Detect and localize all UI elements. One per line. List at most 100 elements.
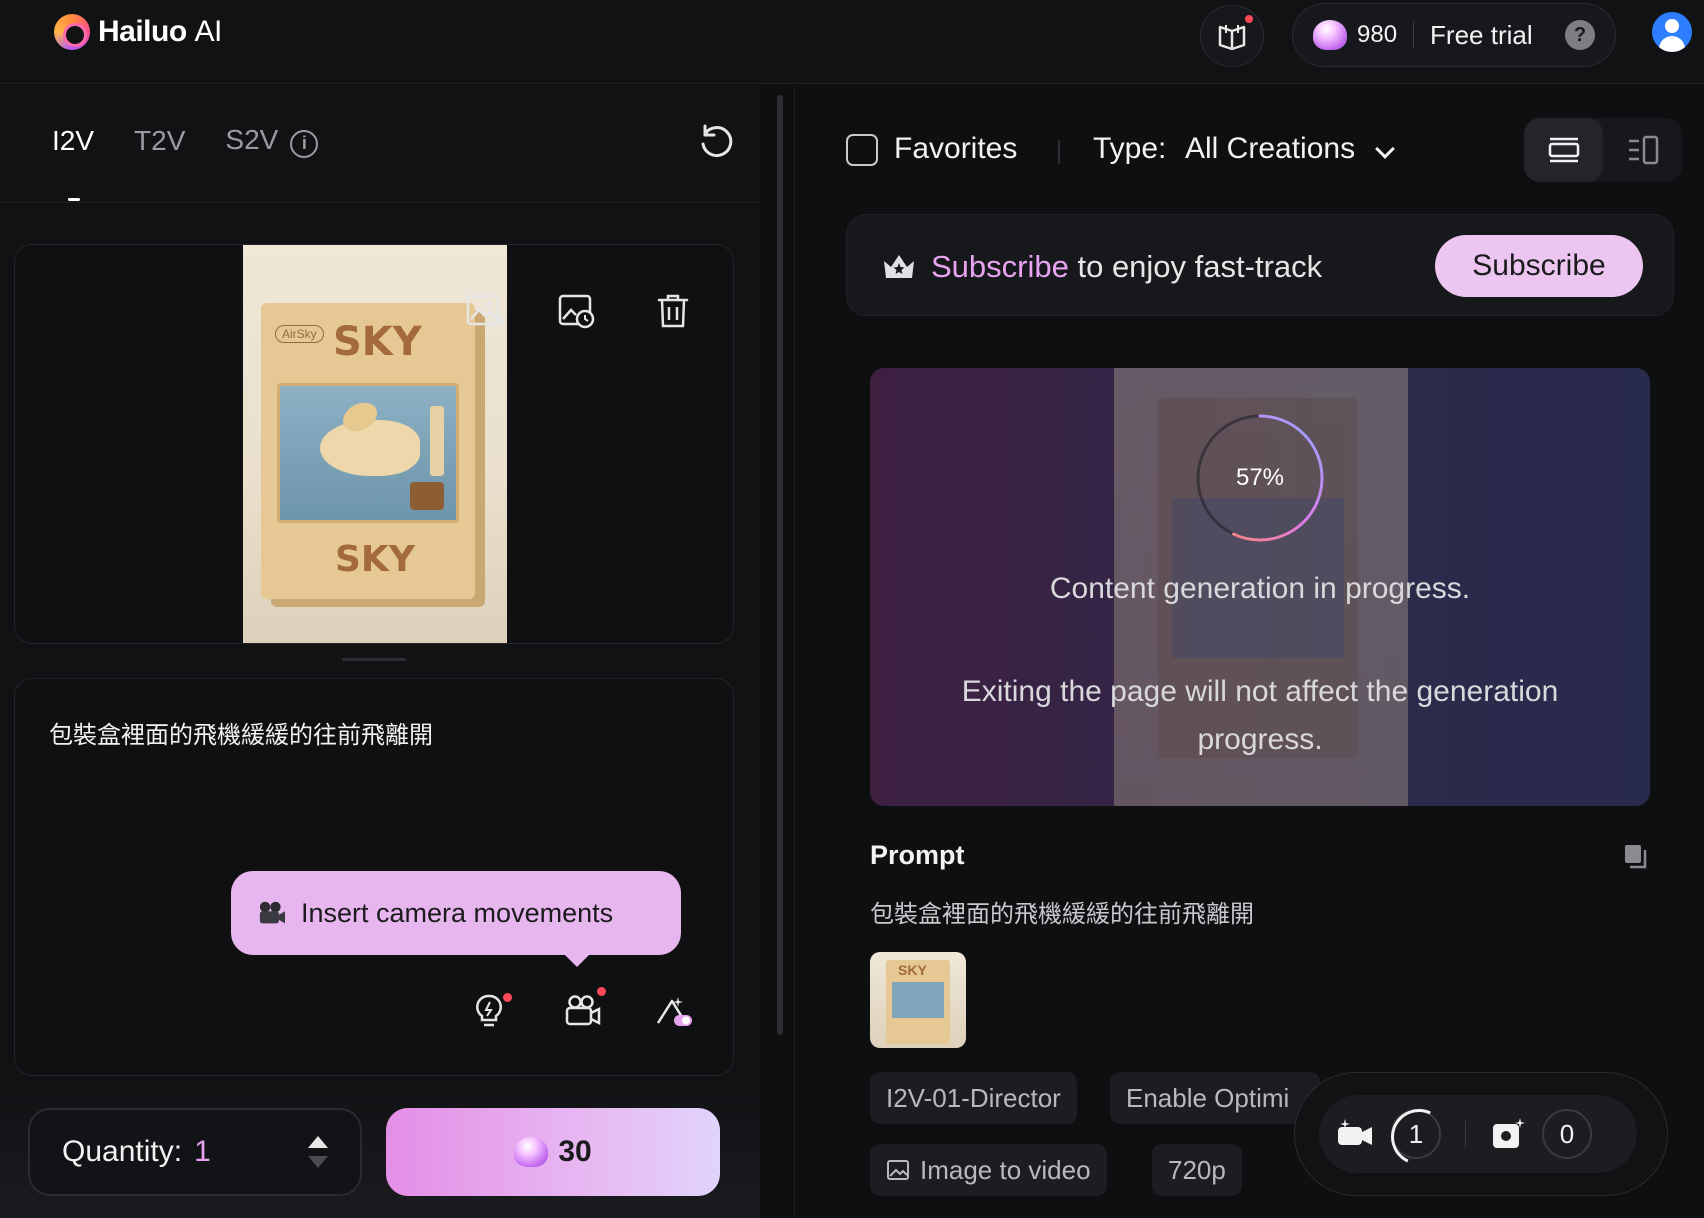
open-book-icon (1218, 25, 1246, 51)
lightbulb-icon (476, 994, 502, 1027)
type-filter-dropdown[interactable]: All Creations (1185, 132, 1355, 166)
split-view-button[interactable] (1603, 118, 1682, 182)
camera-movement-tooltip: Insert camera movements (231, 871, 681, 967)
thumb-sky-text: SKY (898, 962, 927, 978)
reference-image-thumbnail[interactable]: SKY (870, 952, 966, 1048)
hailuo-logo-icon (54, 14, 90, 50)
image-sparkle-icon (1493, 1118, 1525, 1148)
mode-tag-text: Image to video (920, 1154, 1091, 1185)
top-bar: Hailuo AI 980 Free trial ? (0, 0, 1704, 84)
image-task-count: 0 (1542, 1109, 1592, 1159)
panel-divider (794, 85, 795, 1218)
copy-icon[interactable] (1622, 842, 1648, 870)
reset-icon[interactable] (696, 122, 736, 162)
optimize-tag: Enable Optimi (1110, 1072, 1320, 1124)
task-queue-bar: 1 0 (1294, 1072, 1668, 1196)
split-view-icon (1628, 135, 1658, 165)
prompt-textarea[interactable]: 包裝盒裡面的飛機緩緩的往前飛離開 (49, 715, 433, 750)
stepper-arrows (308, 1136, 328, 1168)
subscribe-banner: Subscribe to enjoy fast-track Subscribe (846, 214, 1674, 316)
movie-camera-icon (259, 901, 285, 924)
tab-i2v[interactable]: I2V (52, 125, 94, 157)
image-swap-icon (466, 294, 505, 326)
notification-dot (597, 987, 606, 996)
box-sky-top-text: SKY (333, 319, 422, 365)
toy-plane (320, 420, 420, 476)
notification-dot (1245, 15, 1253, 23)
crown-icon (884, 255, 914, 278)
guide-book-button[interactable] (1200, 5, 1264, 67)
tab-s2v-label: S2V (225, 124, 279, 155)
banner-rest: to enjoy fast-track (1068, 249, 1323, 284)
box-brand-label: AirSky (275, 325, 324, 343)
magic-wand-toggle-icon (656, 997, 692, 1026)
image-upload-card[interactable]: AirSky SKY SKY (14, 244, 734, 644)
chevron-down-icon[interactable] (1375, 139, 1395, 159)
left-scrollbar[interactable] (777, 95, 783, 1035)
filter-divider (1058, 140, 1060, 164)
replace-image-button[interactable] (463, 289, 507, 333)
prompt-input-card[interactable]: 包裝盒裡面的飛機緩緩的往前飛離開 Insert camera movements (14, 678, 734, 1076)
queue-divider (1465, 1121, 1466, 1147)
video-camera-sparkle-icon (1338, 1119, 1372, 1145)
credits-divider (1413, 22, 1415, 48)
tab-s2v[interactable]: S2V i (225, 124, 319, 158)
increment-arrow-icon[interactable] (308, 1136, 328, 1148)
credit-balance: 980 (1357, 21, 1398, 48)
banner-highlight: Subscribe (931, 249, 1069, 284)
task-queue-inner[interactable]: 1 0 (1319, 1095, 1637, 1173)
generation-note: Exiting the page will not affect the gen… (961, 675, 1559, 756)
quantity-value[interactable]: 1 (194, 1135, 211, 1169)
camera-movement-button[interactable] (561, 987, 606, 1033)
prompt-value: 包裝盒裡面的飛機緩緩的往前飛離開 (870, 900, 1254, 928)
image-history-button[interactable] (555, 289, 599, 333)
subscribe-button[interactable]: Subscribe (1435, 235, 1643, 297)
model-tag-text: I2V-01-Director (886, 1082, 1061, 1113)
plan-label[interactable]: Free trial (1430, 20, 1533, 51)
image-clock-icon (558, 294, 595, 329)
magic-style-button[interactable] (651, 989, 695, 1033)
favorites-label[interactable]: Favorites (894, 132, 1017, 166)
generate-button[interactable]: 30 (386, 1108, 720, 1196)
progress-percent: 57% (1235, 464, 1285, 491)
box-sky-bottom-text: SKY (335, 539, 415, 580)
image-icon (887, 1160, 909, 1180)
credits-pill[interactable]: 980 Free trial ? (1292, 3, 1616, 67)
thumb-window (892, 982, 944, 1018)
optimize-tag-text: Enable Optimi (1126, 1082, 1290, 1113)
view-mode-toggle (1524, 118, 1682, 182)
tooltip-text: Insert camera movements (301, 897, 614, 928)
delete-image-button[interactable] (651, 289, 695, 333)
credit-shell-icon (514, 1137, 549, 1167)
decrement-arrow-icon[interactable] (308, 1156, 328, 1168)
active-tab-indicator (68, 198, 80, 201)
mode-tabs: I2V T2V S2V i (52, 124, 319, 158)
favorites-checkbox[interactable] (846, 134, 878, 166)
hailuo-logo[interactable]: Hailuo AI (54, 14, 222, 50)
box-window (277, 383, 459, 523)
user-avatar[interactable] (1652, 12, 1692, 52)
resolution-tag-text: 720p (1168, 1154, 1226, 1185)
brand-name: Hailuo AI (98, 15, 222, 48)
prompt-enhance-button[interactable] (467, 989, 512, 1033)
resize-handle[interactable] (342, 658, 406, 661)
generate-cost: 30 (558, 1135, 592, 1168)
generation-progress-card: 57% Content generation in progress. Exit… (870, 368, 1650, 806)
quantity-stepper[interactable]: Quantity: 1 (28, 1108, 362, 1196)
help-icon[interactable]: ? (1565, 20, 1595, 50)
trash-icon (657, 294, 689, 328)
tabs-separator (0, 202, 760, 203)
mode-tag: Image to video (870, 1144, 1107, 1196)
generation-status: Content generation in progress. (1049, 572, 1471, 605)
tab-t2v[interactable]: T2V (134, 125, 185, 157)
info-icon[interactable]: i (290, 129, 319, 158)
model-tag: I2V-01-Director (870, 1072, 1077, 1124)
suitcase (410, 482, 444, 510)
notification-dot (503, 993, 512, 1002)
prompt-heading: Prompt (870, 840, 965, 870)
camera-icon (565, 995, 601, 1026)
type-filter-label: Type: (1093, 132, 1167, 165)
video-task-count: 1 (1391, 1109, 1441, 1159)
banner-text: Subscribe to enjoy fast-track (931, 249, 1322, 285)
list-view-button[interactable] (1524, 118, 1603, 182)
